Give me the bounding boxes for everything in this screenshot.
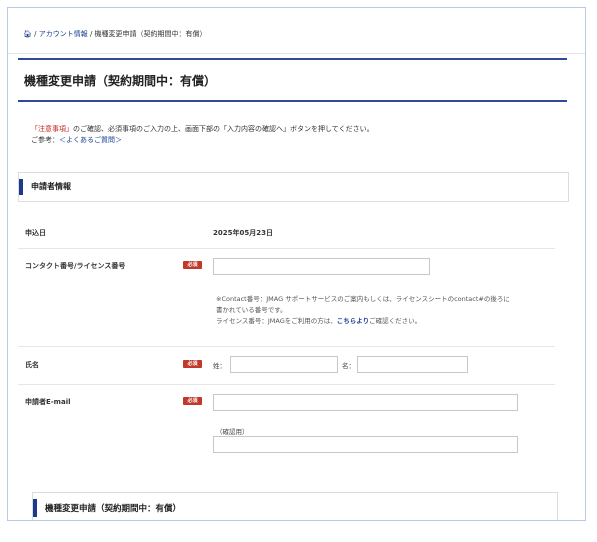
section-header-applicant: 申請者情報: [18, 172, 569, 202]
required-badge: 必須: [183, 261, 202, 269]
divider: [18, 346, 555, 347]
contact-number-note: ※Contact番号：JMAG サポートサービスのご案内もしくは、ライセンスシー…: [216, 294, 510, 327]
date-value: 2025年05月23日: [213, 229, 273, 237]
section-accent-bar: [33, 499, 37, 517]
breadcrumb-account-link[interactable]: アカウント情報: [39, 30, 88, 38]
section-accent-bar: [19, 179, 23, 195]
intro-line1: のご確認、必須事項のご入力の上、画面下部の「入力内容の確認へ」ボタンを押してくだ…: [73, 125, 374, 133]
last-name-input[interactable]: [230, 356, 338, 373]
note-line: 書かれている番号です。: [216, 306, 287, 314]
notice-link[interactable]: 「注意事項」: [31, 125, 73, 133]
page-title-box: 機種変更申請（契約期間中：有償）: [18, 58, 567, 102]
email-confirm-label: （確認用）: [216, 428, 249, 436]
section-title-model-change: 機種変更申請（契約期間中：有償）: [45, 504, 182, 514]
note-line: ※Contact番号：JMAG サポートサービスのご案内もしくは、ライセンスシー…: [216, 295, 510, 303]
divider: [18, 248, 555, 249]
faq-link[interactable]: ＜よくあるご質問＞: [59, 136, 122, 144]
intro-reference-label: ご参考：: [31, 136, 59, 144]
required-badge: 必須: [183, 360, 202, 368]
email-label: 申請者E-mail: [25, 398, 71, 406]
date-label: 申込日: [25, 229, 46, 237]
contact-number-input[interactable]: [213, 258, 430, 275]
divider: [18, 384, 555, 385]
breadcrumb-current: 機種変更申請（契約期間中：有償）: [94, 30, 207, 38]
divider: [8, 53, 585, 54]
breadcrumb: 🏠︎ / アカウント情報 / 機種変更申請（契約期間中：有償）: [23, 29, 207, 39]
section-title-applicant: 申請者情報: [31, 182, 71, 191]
breadcrumb-separator: /: [34, 30, 37, 38]
first-name-label: 名：: [342, 362, 355, 370]
page-frame: 🏠︎ / アカウント情報 / 機種変更申請（契約期間中：有償） 機種変更申請（契…: [7, 7, 586, 521]
section-header-model-change: 機種変更申請（契約期間中：有償）: [32, 492, 558, 520]
note-line: ご確認ください。: [369, 317, 422, 325]
email-input[interactable]: [213, 394, 518, 411]
first-name-input[interactable]: [357, 356, 468, 373]
license-lookup-link[interactable]: こちらより: [337, 317, 369, 325]
email-confirm-input[interactable]: [213, 436, 518, 453]
breadcrumb-separator: /: [89, 30, 93, 38]
required-badge: 必須: [183, 397, 202, 405]
home-icon[interactable]: 🏠︎: [23, 30, 32, 38]
intro-text: 「注意事項」のご確認、必須事項のご入力の上、画面下部の「入力内容の確認へ」ボタン…: [31, 124, 374, 146]
contact-number-label: コンタクト番号/ライセンス番号: [25, 262, 126, 270]
page-title: 機種変更申請（契約期間中：有償）: [24, 74, 217, 88]
name-label: 氏名: [25, 361, 39, 369]
note-line: ライセンス番号：JMAGをご利用の方は、: [216, 317, 337, 325]
last-name-label: 姓：: [213, 362, 226, 370]
